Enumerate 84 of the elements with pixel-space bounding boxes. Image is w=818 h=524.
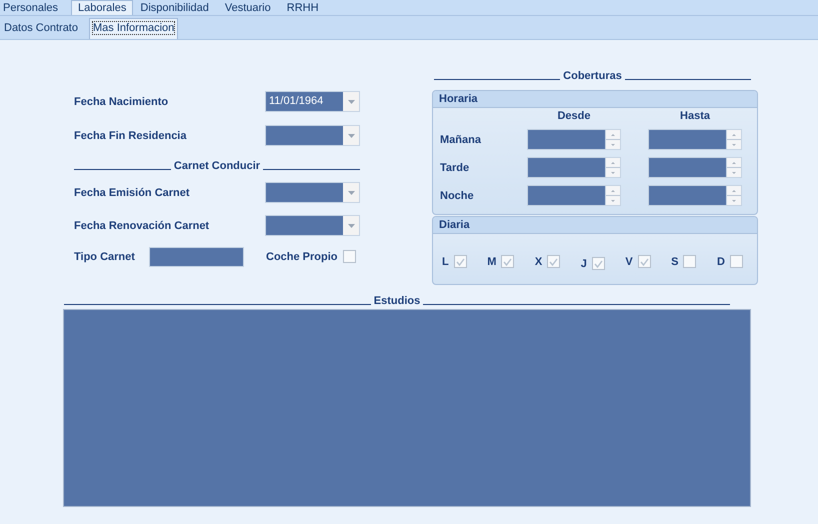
down-arrow-icon: [611, 200, 615, 202]
text-field[interactable]: [149, 246, 244, 266]
spin-down-button[interactable]: [727, 139, 741, 149]
dropdown-arrow-icon: [348, 134, 354, 138]
up-arrow-icon: [732, 134, 736, 136]
day-label: M: [487, 256, 496, 268]
spin-up-button[interactable]: [727, 186, 741, 195]
row-label: Mañana: [440, 134, 482, 146]
day-label: S: [671, 256, 678, 268]
up-arrow-icon: [732, 162, 736, 164]
day-label: L: [442, 256, 449, 268]
date-dropdown[interactable]: [265, 215, 360, 236]
down-arrow-icon: [732, 200, 736, 202]
tab[interactable]: Laborales: [71, 0, 134, 15]
checkmark-icon: [503, 258, 512, 266]
section-title: Estudios: [374, 295, 420, 307]
date-dropdown[interactable]: [265, 125, 360, 146]
row-label: Noche: [440, 190, 475, 202]
checkmark-icon: [549, 258, 558, 266]
checkbox[interactable]: [547, 255, 560, 268]
field-label: Fecha Renovación Carnet: [74, 220, 210, 232]
up-arrow-icon: [611, 134, 615, 136]
dropdown-arrow-icon: [348, 190, 354, 194]
date-dropdown[interactable]: [265, 182, 360, 203]
section-title: Coberturas: [563, 70, 622, 82]
time-field[interactable]: [527, 129, 605, 150]
spin-up-button[interactable]: [606, 130, 620, 139]
date-value: 11/01/1964: [269, 95, 324, 107]
down-arrow-icon: [732, 172, 736, 174]
checkmark-icon: [456, 258, 465, 266]
spin-down-button[interactable]: [606, 139, 620, 149]
field-label: Coche Propio: [266, 250, 339, 262]
spin-up-button[interactable]: [606, 186, 620, 195]
field-label: Fecha Fin Residencia: [74, 130, 186, 142]
spin-down-button[interactable]: [606, 167, 620, 177]
panel-title: Horaria: [433, 91, 757, 108]
tab[interactable]: Disponibilidad: [137, 0, 218, 15]
tab[interactable]: Datos Contrato: [0, 18, 89, 39]
field-label: Fecha Nacimiento: [74, 96, 168, 108]
spin-up-button[interactable]: [606, 158, 620, 167]
time-field[interactable]: [527, 157, 605, 178]
up-arrow-icon: [611, 162, 615, 164]
checkmark-icon: [640, 258, 649, 266]
day-label: J: [580, 258, 587, 270]
tab[interactable]: Personales: [0, 0, 68, 15]
day-label: X: [534, 256, 542, 268]
up-arrow-icon: [732, 190, 736, 192]
day-label: V: [625, 256, 633, 268]
field-label: Tipo Carnet: [74, 250, 136, 262]
date-dropdown[interactable]: 11/01/1964: [265, 91, 360, 112]
time-field[interactable]: [648, 185, 726, 206]
dropdown-arrow-icon: [348, 100, 354, 104]
column-header: Desde: [556, 110, 592, 122]
checkbox[interactable]: [683, 255, 696, 268]
checkbox[interactable]: [343, 250, 356, 263]
time-field[interactable]: [527, 185, 605, 206]
tab[interactable]: Vestuario: [222, 0, 280, 15]
checkbox[interactable]: [638, 255, 651, 268]
spin-down-button[interactable]: [727, 195, 741, 205]
checkbox[interactable]: [592, 257, 605, 270]
row-label: Tarde: [440, 162, 470, 174]
section-title: Carnet Conducir: [174, 160, 260, 172]
spin-up-button[interactable]: [727, 130, 741, 139]
dropdown-arrow-icon: [348, 224, 354, 228]
tab[interactable]: Mas Informacion: [88, 18, 178, 39]
down-arrow-icon: [732, 144, 736, 146]
tab[interactable]: RRHH: [284, 0, 328, 15]
spin-up-button[interactable]: [727, 158, 741, 167]
down-arrow-icon: [611, 144, 615, 146]
column-header: Hasta: [679, 110, 711, 122]
down-arrow-icon: [611, 172, 615, 174]
checkbox[interactable]: [501, 255, 514, 268]
text-area[interactable]: [63, 309, 751, 507]
up-arrow-icon: [611, 190, 615, 192]
spin-down-button[interactable]: [606, 195, 620, 205]
checkmark-icon: [594, 260, 603, 268]
checkbox[interactable]: [730, 255, 743, 268]
time-field[interactable]: [648, 129, 726, 150]
time-field[interactable]: [648, 157, 726, 178]
checkbox[interactable]: [454, 255, 467, 268]
panel-title: Diaria: [433, 217, 757, 234]
day-label: D: [716, 256, 725, 268]
field-label: Fecha Emisión Carnet: [74, 186, 190, 198]
spin-down-button[interactable]: [727, 167, 741, 177]
